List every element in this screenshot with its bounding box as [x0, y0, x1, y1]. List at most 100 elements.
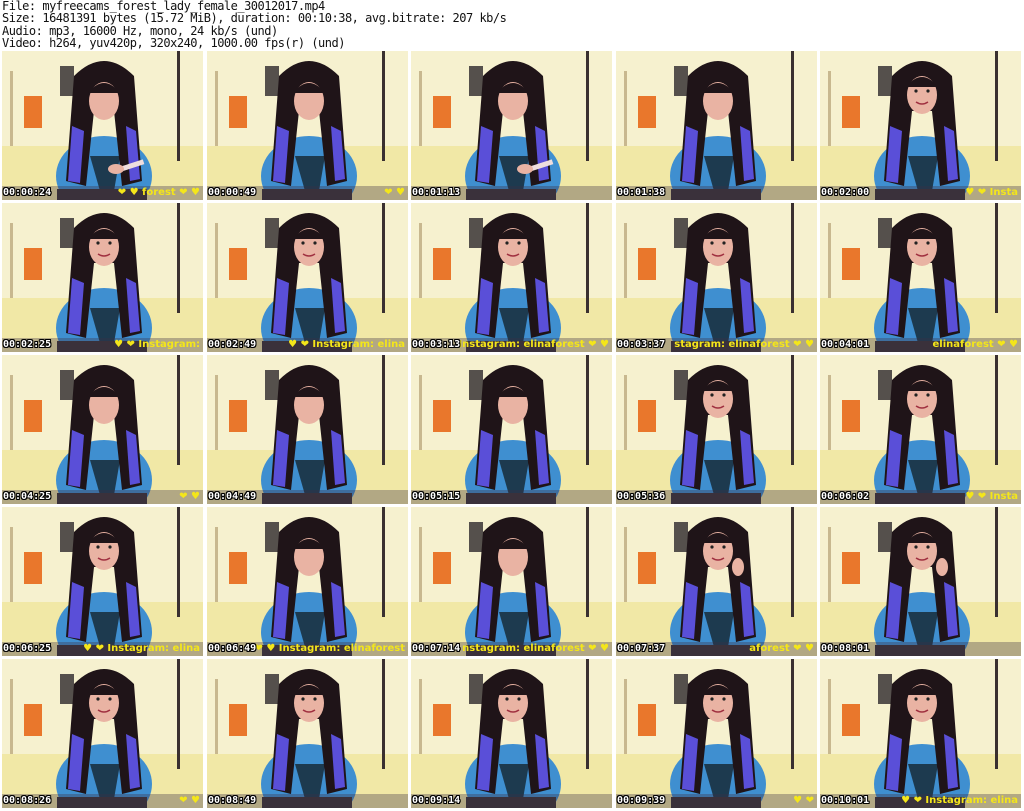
video-thumbnail[interactable]: ❤ ♥ Instagram: elinaforest 00:06:49 [207, 507, 408, 656]
file-size-line: Size: 16481391 bytes (15.72 MiB), durati… [2, 11, 507, 26]
timestamp-label: 00:08:01 [821, 643, 870, 654]
pole-left [215, 527, 218, 602]
video-thumbnail[interactable]: ❤ ♥ 00:04:25 [2, 355, 203, 504]
ticker-text: ♥ ❤ Instagram: elina [288, 339, 405, 350]
ticker-text: ❤ ♥ [179, 491, 200, 502]
timestamp-label: 00:00:49 [208, 187, 257, 198]
window [265, 522, 279, 552]
video-thumbnail[interactable]: ❤ ♥ 00:08:26 [2, 659, 203, 808]
timestamp-label: 00:06:25 [3, 643, 52, 654]
eye-left [301, 697, 305, 701]
pole-right [382, 51, 385, 161]
pole-right [382, 203, 385, 313]
pole-right [791, 355, 794, 465]
thumbnail-scene [411, 507, 612, 656]
timestamp-label: 00:04:25 [3, 491, 52, 502]
thumbnail-scene [820, 659, 1021, 808]
video-thumbnail[interactable]: 00:01:38 [616, 51, 817, 200]
pole-left [215, 679, 218, 754]
window [265, 218, 279, 248]
timestamp-label: 00:00:24 [3, 187, 52, 198]
pole-left [624, 223, 627, 298]
pole-right [995, 51, 998, 161]
window [878, 370, 892, 400]
timestamp-label: 00:01:38 [617, 187, 666, 198]
pole-right [791, 659, 794, 769]
orange-object [24, 248, 42, 280]
pole-right [995, 659, 998, 769]
video-thumbnail[interactable]: stagram: elinaforest ❤ ♥ 00:03:37 [616, 203, 817, 352]
video-thumbnail[interactable]: elinaforest ❤ ♥ 00:04:01 [820, 203, 1021, 352]
timestamp-label: 00:08:49 [208, 795, 257, 806]
pole-right [177, 507, 180, 617]
thumbnail-scene [2, 203, 203, 352]
pole-left [419, 223, 422, 298]
orange-object [24, 400, 42, 432]
orange-object [433, 248, 451, 280]
pole-left [624, 71, 627, 146]
ticker-text: ❤ ♥ [179, 795, 200, 806]
window [469, 522, 483, 552]
eye-right [722, 393, 726, 397]
video-thumbnail[interactable]: ❤ ♥ forest ❤ ♥ 00:00:24 [2, 51, 203, 200]
hand [108, 164, 124, 174]
video-thumbnail[interactable]: ❤ ♥ 00:00:49 [207, 51, 408, 200]
pole-right [382, 355, 385, 465]
thumbnail-scene [2, 659, 203, 808]
timestamp-label: 00:07:14 [412, 643, 461, 654]
timestamp-label: 00:04:49 [208, 491, 257, 502]
eye-left [914, 393, 918, 397]
orange-object [229, 400, 247, 432]
pole-right [382, 659, 385, 769]
pole-right [791, 203, 794, 313]
video-thumbnail[interactable]: 00:05:36 [616, 355, 817, 504]
orange-object [229, 552, 247, 584]
timestamp-label: 00:07:37 [617, 643, 666, 654]
video-thumbnail[interactable]: 00:08:01 [820, 507, 1021, 656]
video-thumbnail[interactable]: 00:04:49 [207, 355, 408, 504]
eye-left [914, 545, 918, 549]
window [60, 522, 74, 552]
timestamp-label: 00:05:15 [412, 491, 461, 502]
ticker-text: ❤ ♥ [384, 187, 405, 198]
timestamp-label: 00:06:02 [821, 491, 870, 502]
eye-left [710, 697, 714, 701]
pole-left [828, 223, 831, 298]
video-thumbnail[interactable]: ♥ ❤ Instagram: elina 00:06:25 [2, 507, 203, 656]
video-thumbnail[interactable]: Instagram: elinaforest ❤ ♥ 00:03:13 [411, 203, 612, 352]
video-thumbnail[interactable]: 00:09:14 [411, 659, 612, 808]
video-thumbnail[interactable]: ♥ ❤ Instagram: elina 00:10:01 [820, 659, 1021, 808]
orange-object [842, 96, 860, 128]
video-thumbnail[interactable]: ♥ ❤ Instagram: elina 00:02:49 [207, 203, 408, 352]
video-thumbnail[interactable]: ♥ ❤ Insta 00:06:02 [820, 355, 1021, 504]
video-thumbnail[interactable]: 00:08:49 [207, 659, 408, 808]
eye-right [108, 697, 112, 701]
thumbnail-scene [820, 507, 1021, 656]
video-thumbnail[interactable]: ♥ ❤ Insta 00:02:00 [820, 51, 1021, 200]
eye-right [108, 545, 112, 549]
pole-right [995, 507, 998, 617]
video-thumbnail[interactable]: aforest ❤ ♥ 00:07:37 [616, 507, 817, 656]
eye-right [926, 545, 930, 549]
video-thumbnail[interactable]: ♥ ❤ 00:09:39 [616, 659, 817, 808]
pole-left [10, 679, 13, 754]
eye-left [914, 89, 918, 93]
video-thumbnail[interactable]: nstagram: elinaforest ❤ ♥ 00:07:14 [411, 507, 612, 656]
hand [732, 558, 744, 576]
video-thumbnail[interactable]: ♥ ❤ Instagram: 00:02:25 [2, 203, 203, 352]
video-thumbnail[interactable]: 00:05:15 [411, 355, 612, 504]
pole-right [586, 203, 589, 313]
pole-right [177, 659, 180, 769]
hand [517, 164, 533, 174]
eye-left [710, 545, 714, 549]
timestamp-label: 00:01:13 [412, 187, 461, 198]
ticker-text: aforest ❤ ♥ [749, 643, 814, 654]
window [60, 674, 74, 704]
thumbnail-scene [616, 507, 817, 656]
thumbnail-scene [411, 355, 612, 504]
window [878, 522, 892, 552]
eye-left [96, 697, 100, 701]
window [878, 218, 892, 248]
video-thumbnail[interactable]: 00:01:13 [411, 51, 612, 200]
thumbnail-scene [820, 51, 1021, 200]
